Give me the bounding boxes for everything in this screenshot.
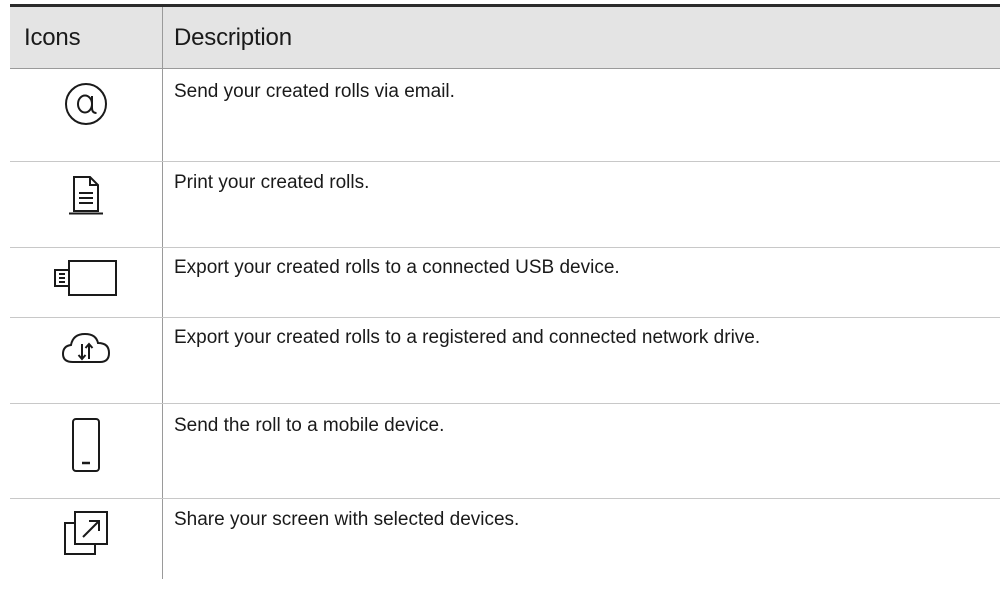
row-description: Export your created rolls to a registere…	[174, 327, 761, 348]
email-at-icon	[63, 81, 109, 161]
cloud-transfer-icon	[60, 329, 112, 403]
description-cell: Export your created rolls to a connected…	[163, 248, 1000, 317]
row-description: Send the roll to a mobile device.	[174, 415, 445, 436]
table-row: Send the roll to a mobile device.	[10, 404, 1000, 499]
description-cell: Print your created rolls.	[163, 162, 1000, 247]
icon-cell	[10, 499, 163, 579]
icon-cell	[10, 69, 163, 161]
description-cell: Share your screen with selected devices.	[163, 499, 1000, 579]
table-row: Export your created rolls to a registere…	[10, 318, 1000, 404]
row-description: Share your screen with selected devices.	[174, 509, 520, 530]
icon-cell	[10, 318, 163, 403]
header-cell-description: Description	[163, 7, 1000, 68]
header-description-label: Description	[174, 23, 292, 51]
usb-drive-icon	[54, 259, 118, 317]
icons-table: Icons Description Send your created roll…	[10, 4, 1000, 579]
table-row: Export your created rolls to a connected…	[10, 248, 1000, 318]
table-row: Send your created rolls via email.	[10, 69, 1000, 162]
table-header-row: Icons Description	[10, 7, 1000, 69]
icon-cell	[10, 248, 163, 317]
table-row: Print your created rolls.	[10, 162, 1000, 248]
icon-cell	[10, 162, 163, 247]
header-cell-icons: Icons	[10, 7, 163, 68]
description-cell: Export your created rolls to a registere…	[163, 318, 1000, 403]
description-cell: Send your created rolls via email.	[163, 69, 1000, 161]
icon-cell	[10, 404, 163, 498]
description-cell: Send the roll to a mobile device.	[163, 404, 1000, 498]
table-row: Share your screen with selected devices.	[10, 499, 1000, 579]
row-description: Print your created rolls.	[174, 172, 370, 193]
document-print-icon	[68, 173, 104, 247]
row-description: Export your created rolls to a connected…	[174, 257, 620, 278]
mobile-phone-icon	[71, 417, 101, 498]
header-icons-label: Icons	[24, 23, 81, 51]
row-description: Send your created rolls via email.	[174, 81, 455, 102]
screen-share-icon	[63, 510, 109, 579]
